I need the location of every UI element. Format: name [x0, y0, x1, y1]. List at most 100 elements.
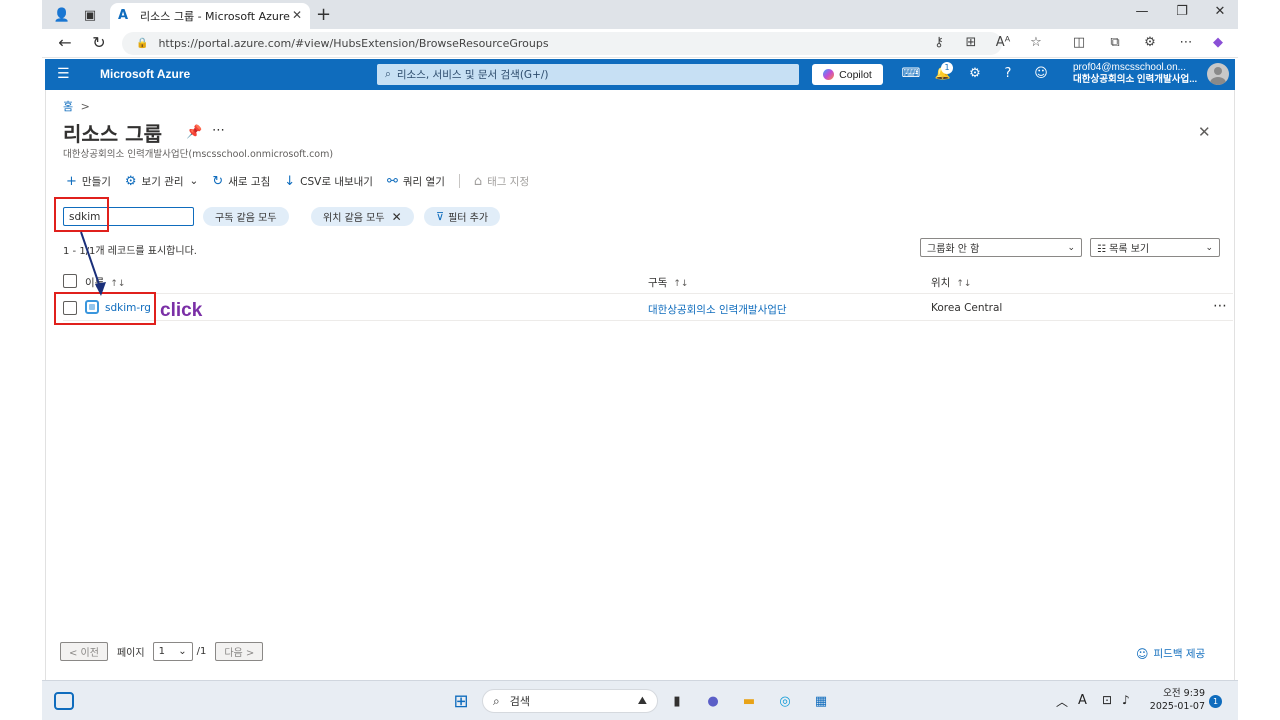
clock[interactable]: 오전 9:39 2025-01-07	[1149, 687, 1205, 713]
split-screen-icon[interactable]: ◫	[1068, 35, 1090, 50]
assign-tags-button[interactable]: ⌂ 태그 지정	[474, 174, 529, 189]
ime-indicator[interactable]: A	[1078, 693, 1087, 708]
restore-icon[interactable]: ❐	[1167, 4, 1197, 19]
favorite-icon[interactable]: ☆	[1025, 35, 1047, 50]
url-text: https://portal.azure.com/#view/HubsExten…	[158, 37, 549, 50]
copilot-icon	[823, 69, 835, 80]
store-icon[interactable]: ▦	[810, 690, 832, 712]
collections-icon[interactable]: ⧉	[1104, 35, 1126, 50]
export-csv-button[interactable]: ↓ CSV로 내보내기	[284, 174, 373, 189]
feedback-icon: ☺	[1136, 646, 1149, 661]
column-location[interactable]: 위치 ↑↓	[931, 275, 971, 290]
volume-icon[interactable]: ♪	[1122, 693, 1130, 707]
new-tab-icon[interactable]: +	[316, 4, 331, 25]
minimize-icon[interactable]: —	[1127, 4, 1157, 19]
search-highlight-icon: ⛰	[637, 694, 647, 707]
help-icon[interactable]: ?	[998, 66, 1018, 81]
page-select[interactable]: 1 ⌄	[152, 642, 193, 661]
azure-header: ☰ Microsoft Azure ⌕ Copilot ⌨ 🔔 1 ⚙ ? ☺ …	[45, 59, 1235, 90]
view-mode-dropdown[interactable]: ☷ 목록 보기 ⌄	[1090, 238, 1220, 257]
page-label: 페이지	[116, 648, 145, 659]
close-tab-icon[interactable]: ✕	[292, 8, 302, 22]
chevron-down-icon: ⌄	[1205, 242, 1213, 253]
plus-icon: +	[66, 173, 77, 189]
avatar[interactable]	[1207, 63, 1229, 85]
portal-menu-icon[interactable]: ☰	[57, 66, 70, 82]
add-filter-button[interactable]: ⊽ 필터 추가	[424, 207, 501, 226]
taskbar-search[interactable]: ⌕ 검색 ⛰	[482, 689, 658, 713]
pin-icon[interactable]: 📌	[186, 125, 202, 140]
azure-favicon-icon: A	[118, 8, 129, 23]
apps-icon[interactable]: ⊞	[960, 35, 982, 50]
widgets-icon[interactable]	[54, 692, 74, 710]
file-explorer-icon[interactable]: ▬	[738, 690, 760, 712]
column-subscription[interactable]: 구독 ↑↓	[648, 275, 688, 290]
teams-icon[interactable]: ●	[702, 690, 724, 712]
add-filter-icon: ⊽	[436, 210, 445, 223]
edge-icon[interactable]: ◎	[774, 690, 796, 712]
tray-chevron-up-icon[interactable]: ︿	[1056, 693, 1068, 710]
global-search-input[interactable]	[396, 68, 777, 81]
back-icon[interactable]: ←	[54, 33, 76, 52]
notification-center-badge[interactable]: 1	[1209, 695, 1222, 708]
lock-icon: 🔒	[136, 38, 149, 49]
task-view-icon[interactable]: ▮	[666, 690, 688, 712]
feedback-link[interactable]: ☺ 피드백 제공	[1136, 646, 1205, 661]
cloud-shell-icon[interactable]: ⌨	[901, 66, 921, 81]
command-divider	[458, 174, 460, 188]
clock-time: 오전 9:39	[1163, 688, 1205, 699]
close-window-icon[interactable]: ✕	[1205, 4, 1235, 19]
create-button[interactable]: + 만들기	[66, 174, 111, 189]
tab-strip: 👤 ▣ A 리소스 그룹 - Microsoft Azure ✕ + — ❐ ✕	[42, 0, 1238, 29]
prev-page-button[interactable]: < 이전	[60, 642, 108, 661]
copilot-button[interactable]: Copilot	[812, 64, 883, 85]
browser-tab-active[interactable]: A 리소스 그룹 - Microsoft Azure ✕	[110, 3, 310, 29]
extensions-icon[interactable]: ⚙	[1139, 35, 1161, 50]
refresh-icon[interactable]: ↻	[88, 33, 110, 52]
subscription-link[interactable]: 대한상공회의소 인력개발사업단	[648, 302, 787, 317]
copilot-browser-icon[interactable]: ◆	[1207, 35, 1229, 50]
grouping-dropdown[interactable]: 그룹화 안 함 ⌄	[920, 238, 1082, 257]
settings-gear-icon[interactable]: ⚙	[965, 66, 985, 81]
next-page-button[interactable]: 다음 >	[215, 642, 264, 661]
open-query-button[interactable]: ⚯ 쿼리 열기	[387, 174, 445, 189]
tab-actions-icon[interactable]: ▣	[80, 5, 100, 25]
search-icon: ⌕	[385, 68, 391, 80]
address-bar-row: ← ↻ 🔒 https://portal.azure.com/#view/Hub…	[42, 29, 1238, 58]
close-blade-icon[interactable]: ✕	[1198, 123, 1211, 141]
feedback-header-icon[interactable]: ☺	[1031, 66, 1051, 81]
user-email: prof04@mscsschool.on...	[1073, 62, 1186, 73]
select-all-checkbox[interactable]	[63, 274, 77, 288]
read-aloud-icon[interactable]: Aᴬ	[992, 35, 1014, 50]
user-org: 대한상공회의소 인력개발사업...	[1073, 74, 1198, 85]
more-menu-icon[interactable]: ⋯	[1175, 35, 1197, 50]
profile-icon[interactable]: 👤	[52, 5, 72, 25]
refresh-button[interactable]: ↻ 새로 고침	[212, 174, 270, 189]
breadcrumb-separator: >	[80, 100, 90, 113]
sort-icon: ↑↓	[956, 279, 972, 289]
notification-badge: 1	[941, 62, 953, 74]
global-search[interactable]: ⌕	[377, 64, 799, 85]
url-field[interactable]: 🔒 https://portal.azure.com/#view/HubsExt…	[122, 32, 1002, 55]
manage-view-button[interactable]: ⚙ 보기 관리 ⌄	[125, 174, 198, 189]
chevron-down-icon: ⌄	[178, 646, 187, 657]
clear-location-filter-icon[interactable]: ✕	[392, 210, 402, 224]
chevron-down-icon: ⌄	[189, 175, 199, 187]
more-options-icon[interactable]: ⋯	[212, 123, 225, 138]
location-filter-pill[interactable]: 위치 같음 모두 ✕	[311, 207, 414, 226]
gear-icon: ⚙	[124, 173, 137, 189]
command-bar: + 만들기 ⚙ 보기 관리 ⌄ ↻ 새로 고침 ↓ CSV로 내보내기 ⚯ 쿼리 열기 ⌂ 태…	[66, 172, 543, 190]
row-more-icon[interactable]: ⋯	[1213, 298, 1228, 314]
breadcrumb-home[interactable]: 홈	[63, 100, 73, 113]
clock-date: 2025-01-07	[1149, 701, 1205, 712]
start-icon[interactable]: ⊞	[450, 690, 472, 712]
subscription-filter-pill[interactable]: 구독 같음 모두	[203, 207, 289, 226]
azure-brand[interactable]: Microsoft Azure	[100, 67, 190, 81]
page-total: /1	[196, 646, 207, 657]
tag-icon: ⌂	[473, 173, 483, 189]
account-info[interactable]: prof04@mscsschool.on... 대한상공회의소 인력개발사업..…	[1073, 62, 1197, 86]
pager: < 이전 페이지 1 ⌄ /1 다음 >	[60, 642, 272, 661]
list-icon: ☷	[1097, 244, 1110, 255]
key-icon[interactable]: ⚷	[928, 35, 950, 50]
network-icon[interactable]: ⊡	[1102, 693, 1112, 707]
